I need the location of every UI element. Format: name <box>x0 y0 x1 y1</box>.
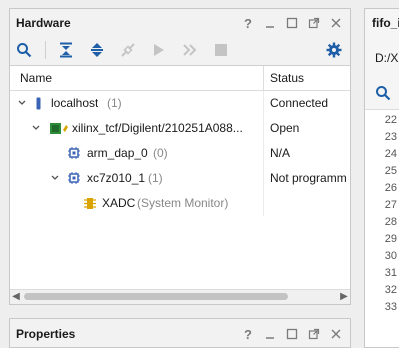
status-cell: N/A <box>270 146 291 160</box>
tree-row-xadc[interactable]: XADC (System Monitor) <box>10 191 350 216</box>
auto-connect-icon <box>118 40 138 60</box>
properties-panel: Properties ? <box>9 318 351 348</box>
close-icon[interactable] <box>328 326 344 342</box>
hardware-panel: Hardware ? Name Status localhost (1) Con… <box>9 8 351 305</box>
table-header: Name Status <box>10 66 350 91</box>
minimize-icon[interactable] <box>262 326 278 342</box>
horizontal-scrollbar[interactable]: ◀ ▶ <box>10 289 350 304</box>
editor-search-icon[interactable] <box>375 85 391 104</box>
collapse-all-icon[interactable] <box>56 40 76 60</box>
line-number: 28 <box>384 216 397 228</box>
line-number: 33 <box>384 301 397 313</box>
minimize-icon[interactable] <box>262 15 278 31</box>
node-label: arm_dap_0 <box>87 146 148 160</box>
column-header-name[interactable]: Name <box>13 66 263 90</box>
scrollbar-thumb[interactable] <box>24 293 288 300</box>
maximize-icon[interactable] <box>284 15 300 31</box>
editor-panel: fifo_i D:/Xi 22 23 24 25 26 27 28 29 30 … <box>364 8 399 348</box>
status-cell: Not programm <box>270 171 347 185</box>
gear-icon[interactable] <box>324 40 344 60</box>
hardware-panel-header: Hardware ? <box>10 11 350 35</box>
chevron-down-icon[interactable] <box>17 91 27 116</box>
line-number: 32 <box>384 284 397 296</box>
help-icon[interactable]: ? <box>240 326 256 342</box>
chevron-down-icon[interactable] <box>31 116 41 141</box>
server-icon <box>35 91 43 116</box>
chip-icon <box>67 166 81 191</box>
scroll-right-icon[interactable]: ▶ <box>338 290 350 304</box>
maximize-icon[interactable] <box>284 326 300 342</box>
status-cell <box>270 191 350 216</box>
node-label: xilinx_tcf/Digilent/210251A088... <box>72 121 243 135</box>
node-label: XADC <box>102 196 136 210</box>
line-number: 26 <box>384 182 397 194</box>
xadc-icon <box>83 191 97 216</box>
properties-panel-title: Properties <box>16 327 76 341</box>
node-count: (1) <box>107 96 122 110</box>
hardware-panel-title: Hardware <box>16 16 71 30</box>
tree-row-arm-dap[interactable]: arm_dap_0 (0) N/A <box>10 141 350 166</box>
scroll-left-icon[interactable]: ◀ <box>10 290 22 304</box>
line-number: 22 <box>384 114 397 126</box>
float-icon[interactable] <box>306 15 322 31</box>
node-count: (System Monitor) <box>137 196 229 210</box>
run-icon <box>149 40 169 60</box>
toolbar-separator <box>45 41 46 59</box>
node-label: xc7z010_1 <box>87 171 146 185</box>
line-number: 31 <box>384 267 397 279</box>
editor-file-path: D:/Xi <box>375 51 399 65</box>
status-cell: Open <box>270 121 300 135</box>
line-number: 25 <box>384 165 397 177</box>
hardware-tree-table: Name Status localhost (1) Connected xili… <box>10 65 350 304</box>
expand-all-icon[interactable] <box>87 40 107 60</box>
line-number: 30 <box>384 250 397 262</box>
status-column-divider <box>263 91 264 216</box>
editor-gutter: 22 23 24 25 26 27 28 29 30 31 32 33 <box>365 109 399 347</box>
float-icon[interactable] <box>306 326 322 342</box>
line-number: 27 <box>384 199 397 211</box>
close-icon[interactable] <box>328 15 344 31</box>
chevron-down-icon[interactable] <box>50 166 60 191</box>
search-icon[interactable] <box>14 40 34 60</box>
fast-forward-icon <box>180 40 200 60</box>
jtag-board-icon <box>49 116 69 141</box>
node-label: localhost <box>51 96 99 110</box>
editor-tab-title[interactable]: fifo_i <box>372 16 399 30</box>
stop-icon <box>211 40 231 60</box>
line-number: 24 <box>384 148 397 160</box>
properties-panel-header: Properties ? <box>10 322 350 346</box>
help-icon[interactable]: ? <box>240 15 256 31</box>
node-count: (1) <box>148 171 163 185</box>
node-count: (0) <box>153 146 168 160</box>
tree-row-jtag-target[interactable]: xilinx_tcf/Digilent/210251A088... Open <box>10 116 350 141</box>
tree-row-fpga-device[interactable]: xc7z010_1 (1) Not programm <box>10 166 350 191</box>
chip-icon <box>67 141 81 166</box>
tree-row-localhost[interactable]: localhost (1) Connected <box>10 91 350 116</box>
column-header-status[interactable]: Status <box>263 66 353 90</box>
line-number: 23 <box>384 131 397 143</box>
line-number: 29 <box>384 233 397 245</box>
hardware-toolbar <box>10 37 350 63</box>
status-cell: Connected <box>270 96 329 110</box>
